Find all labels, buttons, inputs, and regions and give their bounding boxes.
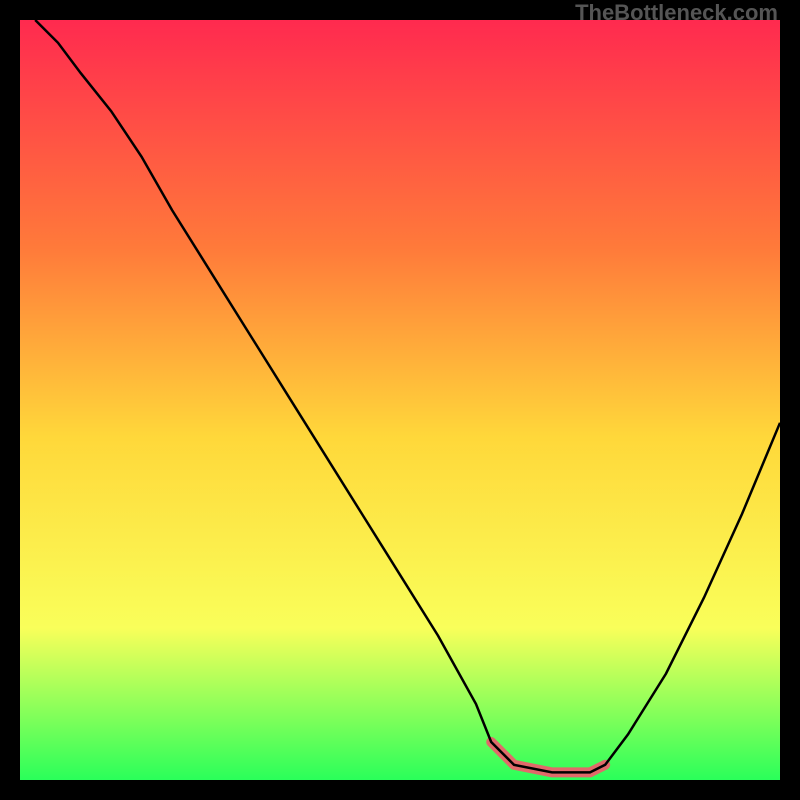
chart-svg	[20, 20, 780, 780]
watermark-text: TheBottleneck.com	[575, 0, 778, 26]
chart-background-gradient	[20, 20, 780, 780]
chart-plot-area	[20, 20, 780, 780]
